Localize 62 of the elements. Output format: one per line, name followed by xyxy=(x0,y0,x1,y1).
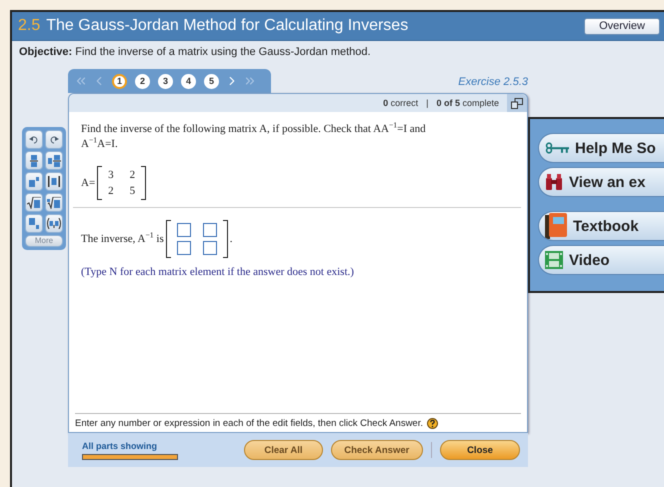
key-icon xyxy=(545,142,569,154)
matrix-entry: 5 xyxy=(130,185,136,197)
subscript-button[interactable] xyxy=(25,214,43,233)
binoculars-icon xyxy=(545,174,563,190)
check-answer-button[interactable]: Check Answer xyxy=(330,440,424,460)
matrix-label: A= xyxy=(81,177,96,189)
status-separator: | xyxy=(426,98,428,108)
answer-period: . xyxy=(230,233,232,245)
view-example-button[interactable]: View an ex xyxy=(538,167,664,197)
book-icon xyxy=(545,213,567,239)
textbook-button[interactable]: Textbook xyxy=(538,211,664,241)
page-number[interactable]: 5 xyxy=(204,74,219,88)
square-root-icon xyxy=(27,196,41,208)
exponent-button[interactable] xyxy=(25,172,43,191)
nth-root-button[interactable] xyxy=(45,193,63,212)
matrix-entry: 2 xyxy=(130,169,136,181)
section-number: 2.5 xyxy=(18,17,40,35)
redo-button[interactable] xyxy=(45,130,63,149)
page-number[interactable]: 3 xyxy=(158,74,173,88)
help-me-solve-button[interactable]: Help Me So xyxy=(538,133,664,163)
parts-status: All parts showing xyxy=(82,440,158,450)
hint-text: (Type N for each matrix element if the answer does not exist.) xyxy=(81,266,355,278)
instruction-text: Enter any number or expression in each of the edit fields, then click Check Answer. xyxy=(75,418,423,429)
redo-icon xyxy=(49,136,59,144)
fraction-button[interactable] xyxy=(25,151,43,170)
help-icon[interactable] xyxy=(427,418,438,429)
video-button[interactable]: Video xyxy=(538,245,664,275)
answer-field[interactable] xyxy=(176,223,191,237)
fraction-icon xyxy=(30,154,38,166)
clear-all-button[interactable]: Clear All xyxy=(244,440,322,460)
complete-count: 0 of 5 complete xyxy=(436,98,499,108)
absolute-value-button[interactable] xyxy=(45,172,63,191)
exercise-number: Exercise 2.5.3 xyxy=(458,76,528,88)
popout-icon xyxy=(511,98,523,108)
matrix-entry: 3 xyxy=(108,169,114,181)
absolute-value-icon xyxy=(48,176,60,187)
ordered-pair-icon xyxy=(46,218,62,229)
square-root-button[interactable] xyxy=(25,193,43,212)
correct-count: 0 correct xyxy=(383,98,418,108)
page-number[interactable]: 4 xyxy=(181,74,196,88)
ordered-pair-button[interactable] xyxy=(45,214,63,233)
page-number[interactable]: 2 xyxy=(135,74,150,88)
question-text: Find the inverse of the following matrix A, if possible. Check that AA$^{−1}$=I and A$^{−1}$A=I. xyxy=(81,122,427,152)
popout-button[interactable] xyxy=(507,94,527,112)
objective-text: Objective: Find the inverse of a matrix using the Gauss-Jordan method. xyxy=(18,45,372,60)
answer-field[interactable] xyxy=(176,241,191,255)
answer-field[interactable] xyxy=(202,241,217,255)
mixed-fraction-icon xyxy=(48,154,60,166)
undo-button[interactable] xyxy=(25,130,43,149)
overview-button[interactable]: Overview xyxy=(584,18,660,34)
undo-icon xyxy=(29,136,39,144)
nth-root-icon xyxy=(47,196,61,208)
close-button[interactable]: Close xyxy=(440,440,520,460)
subscript-icon xyxy=(28,218,40,229)
page-number[interactable]: 1 xyxy=(112,74,127,88)
mixed-fraction-button[interactable] xyxy=(45,151,63,170)
matrix-entry: 2 xyxy=(108,185,114,197)
answer-field[interactable] xyxy=(202,223,217,237)
page-title: The Gauss-Jordan Method for Calculating Inverses xyxy=(46,17,410,35)
exponent-icon xyxy=(28,176,40,186)
answer-label: The inverse, A$^{−1}$ is xyxy=(81,233,164,245)
film-icon xyxy=(545,251,563,269)
